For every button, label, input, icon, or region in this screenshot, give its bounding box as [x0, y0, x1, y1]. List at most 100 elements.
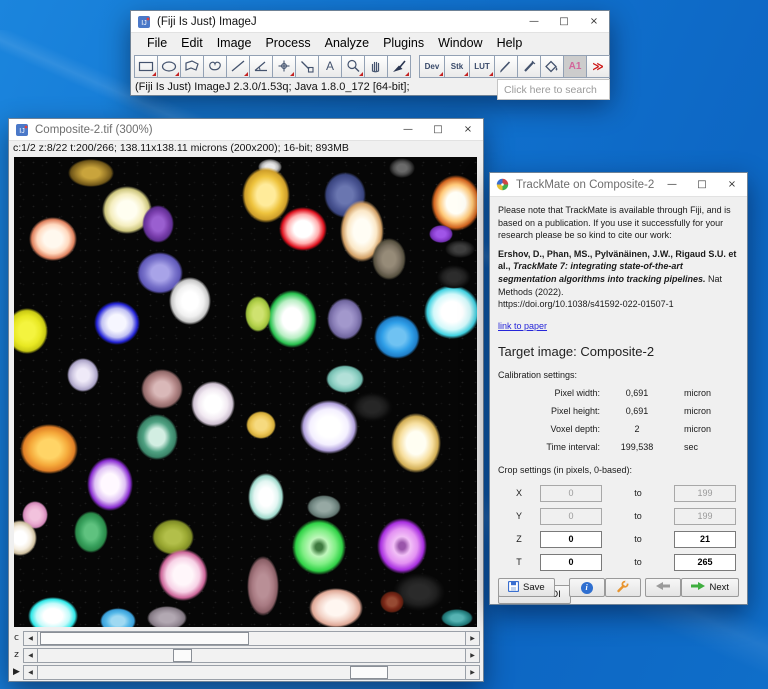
rectangle-tool-button[interactable] [134, 55, 158, 78]
maximize-button[interactable]: □ [549, 11, 579, 32]
cell-blob [68, 159, 114, 187]
maximize-button[interactable]: □ [687, 173, 717, 196]
scroll-left-arrow[interactable]: ◀ [23, 665, 38, 680]
scrollbar-label: ▶ [10, 667, 23, 677]
crop-axis-label: Y [498, 510, 540, 523]
minimize-button[interactable]: — [393, 119, 423, 140]
menu-file[interactable]: File [140, 36, 174, 50]
menu-plugins[interactable]: Plugins [376, 36, 431, 50]
scrollbar-thumb[interactable] [350, 666, 388, 679]
scrollbar-track[interactable] [38, 665, 465, 680]
minimize-button[interactable]: — [519, 11, 549, 32]
cell-blob [74, 511, 108, 553]
trackmate-window-title: TrackMate on Composite-2 [516, 179, 657, 191]
menu-process[interactable]: Process [258, 36, 317, 50]
crop-t-from-input[interactable] [540, 554, 602, 571]
wrench-icon [616, 580, 629, 596]
crop-axis-label: Z [498, 533, 540, 546]
back-arrow-icon [656, 582, 670, 593]
crop-y-to-input [674, 508, 736, 525]
color-picker-tool-button[interactable] [387, 55, 411, 78]
menu-image[interactable]: Image [210, 36, 259, 50]
image-canvas[interactable] [14, 157, 477, 627]
image-window-titlebar[interactable]: IJ Composite-2.tif (300%) — □ × [9, 119, 483, 141]
cell-blob [246, 411, 276, 439]
imagej-titlebar[interactable]: IJ (Fiji Is Just) ImageJ — □ × [131, 11, 609, 33]
cell-blob [307, 495, 341, 519]
cell-blob [380, 591, 404, 613]
scroll-left-arrow[interactable]: ◀ [23, 648, 38, 663]
image-window: IJ Composite-2.tif (300%) — □ × c:1/2 z:… [8, 118, 484, 682]
save-button[interactable]: Save [498, 578, 555, 597]
cell-blob [158, 549, 208, 601]
stack-tool-button[interactable]: Stk [444, 55, 470, 78]
scrollbar-thumb[interactable] [173, 649, 193, 662]
next-button[interactable]: Next [681, 578, 739, 597]
zoom-tool-button[interactable] [341, 55, 365, 78]
image-info-text: c:1/2 z:8/22 t:200/266; 138.11x138.11 mi… [9, 141, 483, 157]
cell-blob [429, 225, 453, 243]
brush-tool-button[interactable] [517, 55, 541, 78]
pencil-tool-button[interactable] [494, 55, 518, 78]
cell-blob [267, 290, 317, 348]
cell-blob [300, 400, 358, 454]
crop-x-from-input [540, 485, 602, 502]
oval-tool-button[interactable] [157, 55, 181, 78]
trackmate-window: TrackMate on Composite-2 — □ × Please no… [489, 172, 748, 605]
cell-blob [142, 205, 174, 243]
crop-t-to-input[interactable] [674, 554, 736, 571]
scrollbar-label: z [10, 650, 23, 660]
scrollbar-track[interactable] [38, 648, 465, 663]
cell-blob [292, 519, 346, 575]
imagej-toolbar: A Dev Stk LUT A1 ≫ [131, 53, 609, 79]
scroll-right-arrow[interactable]: ▶ [465, 665, 480, 680]
close-button[interactable]: × [453, 119, 483, 140]
selected-tool-button[interactable]: A1 [563, 55, 587, 78]
scroll-left-arrow[interactable]: ◀ [23, 631, 38, 646]
fill-tool-button[interactable] [540, 55, 564, 78]
menu-help[interactable]: Help [490, 36, 530, 50]
close-button[interactable]: × [717, 173, 747, 196]
lut-tool-button[interactable]: LUT [469, 55, 495, 78]
cell-blob [391, 413, 441, 473]
point-tool-button[interactable] [272, 55, 296, 78]
search-input[interactable] [497, 79, 610, 100]
cell-blob [431, 175, 477, 231]
link-to-paper[interactable]: link to paper [498, 320, 547, 333]
scrollbar-thumb[interactable] [40, 632, 249, 645]
settings-wrench-button[interactable] [605, 578, 641, 597]
close-button[interactable]: × [579, 11, 609, 32]
cell-blob [372, 238, 406, 280]
minimize-button[interactable]: — [657, 173, 687, 196]
dev-tool-button[interactable]: Dev [419, 55, 445, 78]
cell-blob [141, 369, 183, 409]
next-arrow-icon [691, 582, 705, 593]
scrollbar-row: ▶◀▶ [10, 664, 480, 680]
crop-z-from-input[interactable] [540, 531, 602, 548]
menu-bar: FileEditImageProcessAnalyzePluginsWindow… [131, 33, 609, 53]
calibration-row: Pixel width:0,691micron [498, 384, 739, 402]
polygon-tool-button[interactable] [180, 55, 204, 78]
maximize-button[interactable]: □ [423, 119, 453, 140]
hand-tool-button[interactable] [364, 55, 388, 78]
crop-z-to-input[interactable] [674, 531, 736, 548]
more-tools-button[interactable]: ≫ [586, 55, 610, 78]
text-tool-button[interactable]: A [318, 55, 342, 78]
line-tool-button[interactable] [226, 55, 250, 78]
menu-analyze[interactable]: Analyze [318, 36, 376, 50]
cell-blob [14, 308, 48, 354]
scroll-right-arrow[interactable]: ▶ [465, 631, 480, 646]
previous-button[interactable] [645, 578, 681, 597]
cell-blob [248, 473, 284, 521]
angle-tool-button[interactable] [249, 55, 273, 78]
freehand-tool-button[interactable] [203, 55, 227, 78]
info-button[interactable]: i [569, 578, 605, 597]
info-icon: i [581, 582, 593, 594]
scrollbar-track[interactable] [38, 631, 465, 646]
cell-blob [247, 556, 279, 616]
menu-window[interactable]: Window [431, 36, 489, 50]
trackmate-titlebar[interactable]: TrackMate on Composite-2 — □ × [490, 173, 747, 197]
scroll-right-arrow[interactable]: ▶ [465, 648, 480, 663]
wand-tool-button[interactable] [295, 55, 319, 78]
menu-edit[interactable]: Edit [174, 36, 210, 50]
